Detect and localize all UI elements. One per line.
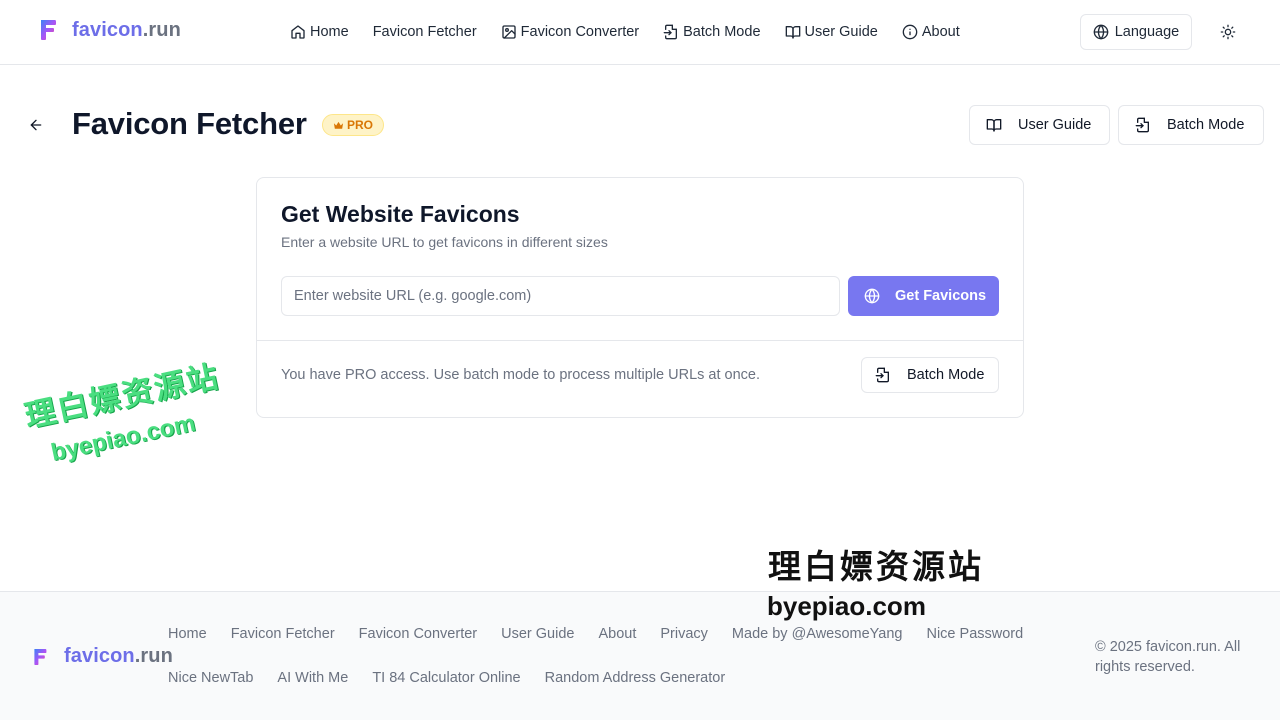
nav-about[interactable]: About xyxy=(902,24,960,40)
footer-links-row-2: Nice NewTab AI With Me TI 84 Calculator … xyxy=(168,670,1068,690)
book-icon xyxy=(785,26,800,39)
main-nav: Home Favicon Fetcher Favicon Converter B… xyxy=(290,20,984,44)
nav-favicon-fetcher[interactable]: Favicon Fetcher xyxy=(373,24,477,40)
fetch-favicons-card: Get Website Favicons Enter a website URL… xyxy=(256,177,1024,418)
crown-icon xyxy=(333,121,344,129)
footer-links-row-1: Home Favicon Fetcher Favicon Converter U… xyxy=(168,626,1068,646)
user-guide-button[interactable]: User Guide xyxy=(969,105,1110,145)
footer-link-home[interactable]: Home xyxy=(168,626,207,646)
watermark-center-en-text: byepiao.com xyxy=(767,591,926,621)
footer-link-ti84-calculator[interactable]: TI 84 Calculator Online xyxy=(372,670,520,690)
home-icon xyxy=(291,25,305,39)
watermark-center-cn-text: 理白嫖资源站 xyxy=(768,548,984,585)
footer-link-random-address[interactable]: Random Address Generator xyxy=(545,670,726,690)
logo-f-icon xyxy=(41,20,56,40)
nav-batch-mode[interactable]: Batch Mode xyxy=(663,24,761,40)
page-title: Favicon Fetcher xyxy=(72,106,307,141)
card-subtitle: Enter a website URL to get favicons in d… xyxy=(281,234,608,250)
card-batch-mode-button[interactable]: Batch Mode xyxy=(861,357,999,393)
info-icon xyxy=(902,24,918,40)
footer-link-favicon-converter[interactable]: Favicon Converter xyxy=(359,626,477,646)
card-title: Get Website Favicons xyxy=(281,201,520,227)
site-footer: favicon.run Home Favicon Fetcher Favicon… xyxy=(0,591,1280,720)
pro-badge: PRO xyxy=(322,114,385,136)
file-import-icon xyxy=(663,24,678,40)
back-button[interactable] xyxy=(24,113,48,137)
watermark-left: 理白嫖资源站 byepiao.com xyxy=(20,351,231,471)
file-import-icon xyxy=(1135,117,1149,133)
footer-link-user-guide[interactable]: User Guide xyxy=(501,626,574,646)
footer-link-favicon-fetcher[interactable]: Favicon Fetcher xyxy=(231,626,335,646)
globe-icon xyxy=(1093,24,1109,40)
sun-icon xyxy=(1220,24,1236,40)
footer-logo[interactable]: favicon.run xyxy=(32,645,173,668)
globe-icon xyxy=(864,288,880,304)
footer-link-privacy[interactable]: Privacy xyxy=(660,626,708,646)
nav-home[interactable]: Home xyxy=(290,24,349,40)
footer-links: Home Favicon Fetcher Favicon Converter U… xyxy=(168,626,1068,714)
website-url-input[interactable] xyxy=(281,276,840,316)
batch-mode-button[interactable]: Batch Mode xyxy=(1118,105,1264,145)
pro-access-note: You have PRO access. Use batch mode to p… xyxy=(281,367,761,383)
file-import-icon xyxy=(875,367,889,383)
image-icon xyxy=(501,25,516,39)
site-logo[interactable]: favicon.run xyxy=(38,18,181,42)
nav-favicon-converter[interactable]: Favicon Converter xyxy=(501,24,639,40)
card-divider xyxy=(257,340,1023,341)
language-button[interactable]: Language xyxy=(1080,14,1192,50)
get-favicons-button[interactable]: Get Favicons xyxy=(848,276,999,316)
logo-f-icon xyxy=(34,648,47,665)
footer-link-ai-with-me[interactable]: AI With Me xyxy=(277,670,348,690)
logo-text: favicon.run xyxy=(72,18,181,41)
footer-logo-text: favicon.run xyxy=(64,645,173,667)
theme-toggle-button[interactable] xyxy=(1214,18,1242,46)
copyright-text: © 2025 favicon.run. All rights reserved. xyxy=(1095,639,1241,675)
top-navbar: favicon.run Home Favicon Fetcher Favicon… xyxy=(0,0,1280,65)
footer-link-nice-password[interactable]: Nice Password xyxy=(926,626,1023,646)
arrow-left-icon xyxy=(30,119,42,131)
book-icon xyxy=(986,119,1002,132)
footer-link-nice-newtab[interactable]: Nice NewTab xyxy=(168,670,253,690)
footer-link-made-by[interactable]: Made by @AwesomeYang xyxy=(732,626,903,646)
footer-link-about[interactable]: About xyxy=(598,626,636,646)
nav-user-guide[interactable]: User Guide xyxy=(785,24,878,40)
